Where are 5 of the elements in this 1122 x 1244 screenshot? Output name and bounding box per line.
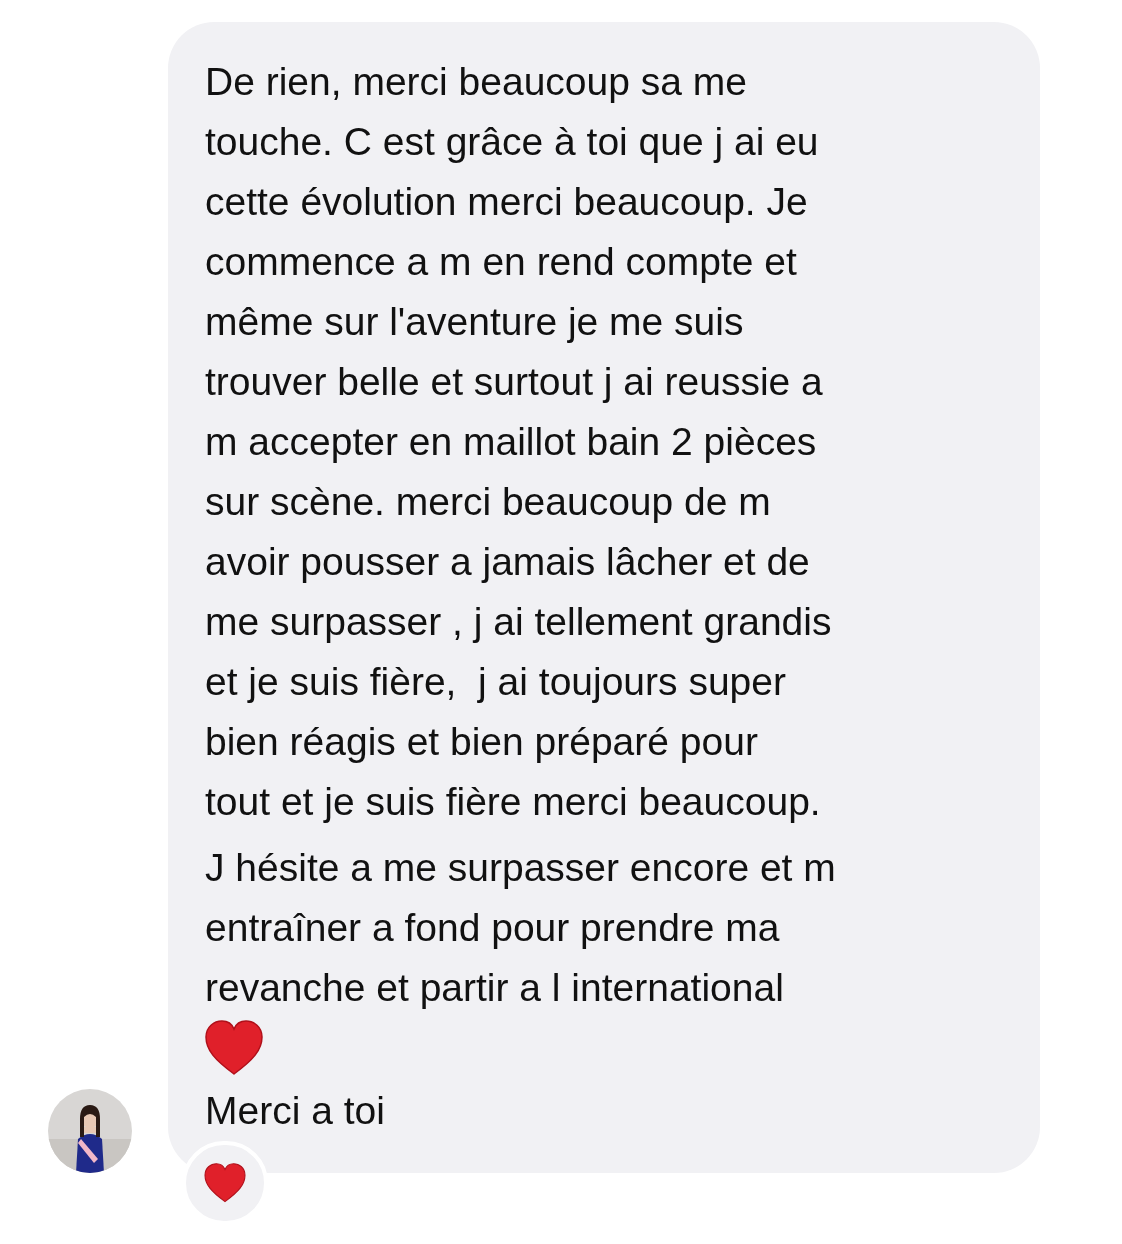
message-text: Merci a toi — [205, 1088, 386, 1134]
message-text: De rien, merci beaucoup sa me touche. C est grâce à toi que j ai eu cette évolution merci beaucoup. Je commence a m en rend compte et même sur l'aventure je me suis trouver belle et surtout j ai reussie a m accepter en maillot bain 2 pièces sur scène. merci beaucoup de m avoir pousser a jamais lâcher et de me surpasser , j ai tellement grandis et je suis fière, j ai toujours super bien réagis et bien préparé pour tout et je suis fière merci beaucoup. — [205, 59, 833, 825]
message-text: J hésite a me surpasser encore et m entraîner a fond pour prendre ma revanche et partir a l international — [205, 845, 837, 1011]
heart-icon — [204, 1163, 246, 1203]
heart-icon — [205, 1020, 263, 1076]
